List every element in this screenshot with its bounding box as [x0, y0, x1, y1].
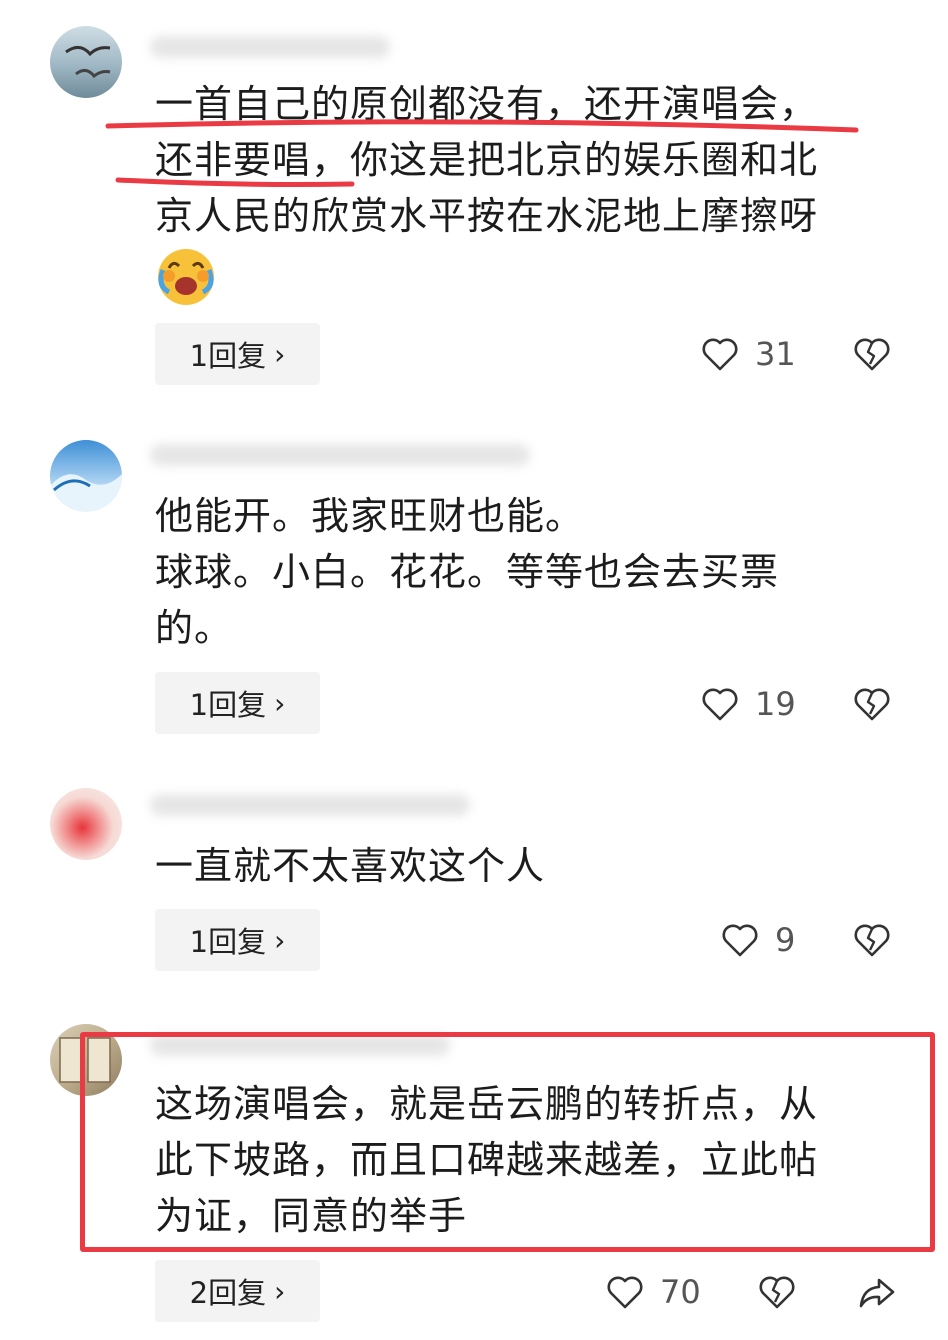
reply-label: 1回复	[189, 688, 267, 722]
username-blurred[interactable]	[150, 36, 390, 58]
share-icon[interactable]	[857, 1272, 897, 1312]
chevron-right-icon: ›	[274, 923, 286, 957]
user-avatar[interactable]	[50, 440, 122, 512]
username-blurred[interactable]	[150, 444, 530, 466]
comment-text: 一首自己的原创都没有，还开演唱会， 还非要唱，你这是把北京的娱乐圈和北 京人民的…	[155, 76, 885, 244]
heart-icon[interactable]	[700, 334, 740, 374]
user-avatar[interactable]	[50, 788, 122, 860]
comment-line: 的。	[155, 606, 234, 650]
comment-text: 一直就不太喜欢这个人	[155, 838, 885, 894]
reply-label: 1回复	[189, 925, 267, 959]
like-count: 19	[755, 685, 796, 723]
reply-label: 1回复	[189, 339, 267, 373]
chevron-right-icon: ›	[274, 686, 286, 720]
username-blurred[interactable]	[150, 1034, 450, 1056]
comment-line: 此下坡路，而且口碑越来越差，立此帖	[155, 1138, 819, 1182]
broken-heart-icon[interactable]	[852, 334, 892, 374]
reply-button[interactable]: 1回复 ›	[155, 323, 320, 385]
reply-button[interactable]: 1回复 ›	[155, 672, 320, 734]
reply-button[interactable]: 1回复 ›	[155, 909, 320, 971]
heart-icon[interactable]	[700, 684, 740, 724]
comment-line: 一首自己的原创都没有，还开演唱会，	[155, 82, 819, 126]
like-count: 70	[660, 1273, 701, 1311]
comment-line: 京人民的欣赏水平按在水泥地上摩擦呀	[155, 194, 819, 238]
laugh-cry-emoji-icon	[155, 246, 217, 308]
comment-item-3: 一直就不太喜欢这个人 1回复 › 9	[0, 760, 948, 1020]
broken-heart-icon[interactable]	[852, 920, 892, 960]
chevron-right-icon: ›	[274, 337, 286, 371]
like-count: 9	[775, 921, 796, 959]
comment-text: 这场演唱会，就是岳云鹏的转折点，从 此下坡路，而且口碑越来越差，立此帖 为证，同…	[155, 1076, 885, 1244]
reply-label: 2回复	[189, 1276, 267, 1310]
broken-heart-icon[interactable]	[757, 1272, 797, 1312]
comment-text: 他能开。我家旺财也能。 球球。小白。花花。等等也会去买票 的。	[155, 488, 885, 656]
username-blurred[interactable]	[150, 794, 470, 816]
comment-line: 一直就不太喜欢这个人	[155, 844, 546, 888]
reply-button[interactable]: 2回复 ›	[155, 1260, 320, 1322]
comment-line: 球球。小白。花花。等等也会去买票	[155, 550, 780, 594]
comment-line: 为证，同意的举手	[155, 1194, 468, 1238]
heart-icon[interactable]	[720, 920, 760, 960]
wave-image	[50, 474, 122, 512]
comment-line: 他能开。我家旺财也能。	[155, 494, 585, 538]
user-avatar[interactable]	[50, 26, 122, 98]
user-avatar[interactable]	[50, 1024, 122, 1096]
comment-line: 还非要唱，你这是把北京的娱乐圈和北	[155, 138, 819, 182]
comment-item-1: 一首自己的原创都没有，还开演唱会， 还非要唱，你这是把北京的娱乐圈和北 京人民的…	[0, 0, 948, 400]
heart-icon[interactable]	[605, 1272, 645, 1312]
book-cover-image	[59, 1037, 111, 1083]
chevron-right-icon: ›	[274, 1274, 286, 1308]
bird-image	[65, 46, 111, 79]
comment-item-2: 他能开。我家旺财也能。 球球。小白。花花。等等也会去买票 的。 1回复 › 19	[0, 400, 948, 760]
comment-item-4: 这场演唱会，就是岳云鹏的转折点，从 此下坡路，而且口碑越来越差，立此帖 为证，同…	[0, 1020, 948, 1340]
broken-heart-icon[interactable]	[852, 684, 892, 724]
like-count: 31	[755, 335, 796, 373]
comment-line: 这场演唱会，就是岳云鹏的转折点，从	[155, 1082, 819, 1126]
